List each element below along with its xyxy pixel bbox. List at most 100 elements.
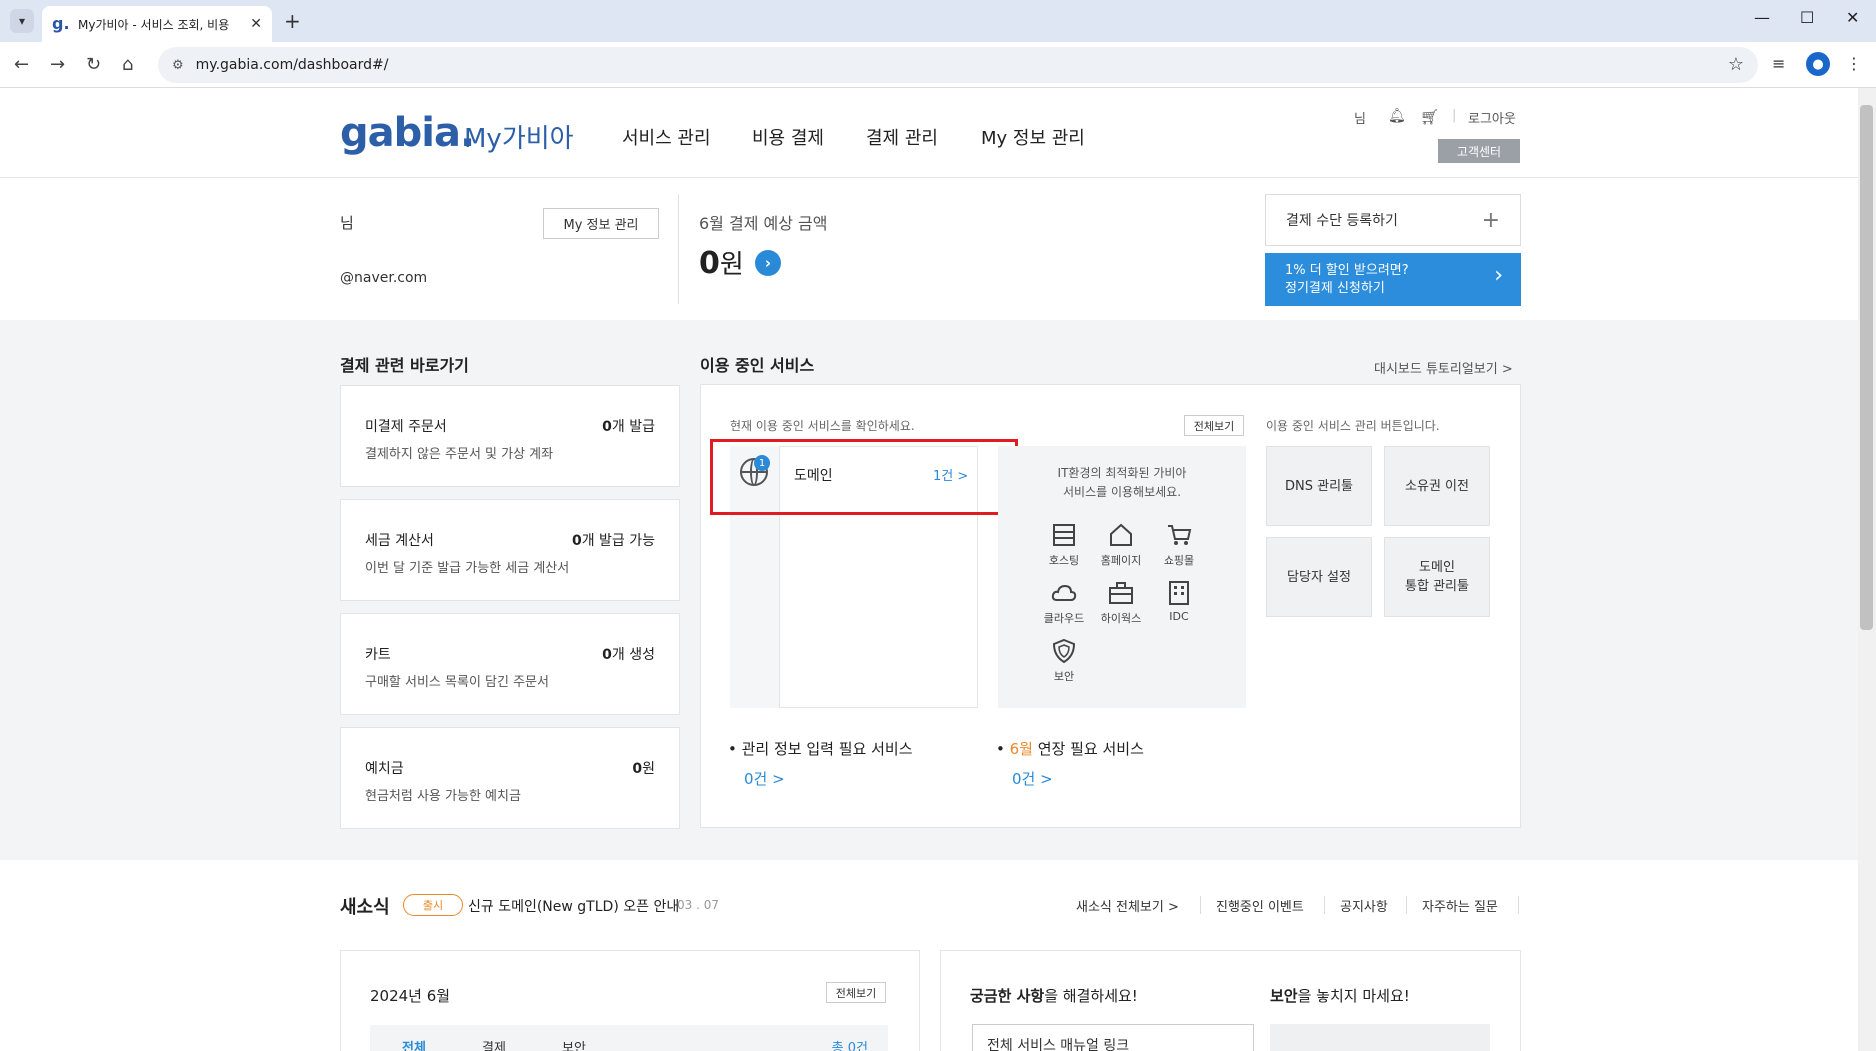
user-greeting: 님: [1354, 112, 1366, 127]
my-info-button[interactable]: My 정보 관리: [543, 208, 659, 239]
tab-title: My가비아 - 서비스 조회, 비용: [78, 17, 230, 32]
gabia-logo[interactable]: gabia.: [340, 110, 475, 156]
browser-tab[interactable]: g. My가비아 - 서비스 조회, 비용 ✕: [42, 6, 272, 42]
services-desc: 현재 이용 중인 서비스를 확인하세요.: [730, 419, 915, 433]
notices-link[interactable]: 공지사항: [1340, 896, 1388, 915]
nav-payment-management[interactable]: 결제 관리: [866, 124, 938, 150]
payment-detail-arrow-icon[interactable]: ›: [755, 250, 781, 276]
nav-billing-payment[interactable]: 비용 결제: [752, 124, 824, 150]
new-tab-button[interactable]: +: [284, 9, 301, 33]
deposit-card[interactable]: 예치금 0원 현금처럼 사용 가능한 예치금: [340, 727, 680, 829]
domain-integrated-tool-button[interactable]: 도메인 통합 관리툴: [1384, 537, 1490, 617]
news-divider: [1200, 896, 1201, 914]
profile-avatar[interactable]: ●: [1806, 52, 1830, 76]
maximize-button[interactable]: ☐: [1800, 8, 1814, 27]
tab-security[interactable]: 보안: [562, 1037, 586, 1051]
reload-icon[interactable]: ↻: [86, 54, 101, 75]
news-divider: [1324, 896, 1325, 914]
briefcase-icon: [1109, 582, 1133, 604]
browser-toolbar: ← → ↻ ⌂ ⚙ my.gabia.com/dashboard#/ ☆ ≡ ⋮: [0, 42, 1876, 88]
monthly-view-all-button[interactable]: 전체보기: [826, 982, 886, 1003]
shortcuts-title: 결제 관련 바로가기: [340, 356, 469, 375]
card-desc: 결제하지 않은 주문서 및 가상 계좌: [365, 447, 554, 462]
services-view-all-button[interactable]: 전체보기: [1184, 415, 1244, 436]
shoppingmall-link[interactable]: 쇼핑몰: [1151, 522, 1207, 568]
security-banner: [1270, 1024, 1490, 1051]
nav-service-management[interactable]: 서비스 관리: [622, 124, 711, 150]
tax-invoice-card[interactable]: 세금 계산서 0개 발급 가능 이번 달 기준 발급 가능한 세금 계산서: [340, 499, 680, 601]
renewal-needed-count-link[interactable]: 0건 >: [1012, 768, 1053, 789]
home-icon[interactable]: ⌂: [122, 54, 133, 75]
news-headline-link[interactable]: 신규 도메인(New gTLD) 오픈 안내: [468, 896, 679, 916]
summary-divider: [678, 194, 679, 304]
contact-setting-button[interactable]: 담당자 설정: [1266, 537, 1372, 617]
cloud-icon: [1051, 584, 1077, 601]
card-title: 세금 계산서: [365, 533, 434, 549]
chevron-right-icon: ›: [1494, 263, 1503, 288]
promo-line2: 정기결제 신청하기: [1285, 281, 1385, 296]
regular-payment-promo-button[interactable]: 1% 더 할인 받으려면? 정기결제 신청하기 ›: [1265, 253, 1521, 306]
nav-my-info[interactable]: My 정보 관리: [981, 124, 1085, 150]
idc-link[interactable]: IDC: [1151, 580, 1207, 623]
back-icon[interactable]: ←: [14, 54, 29, 75]
promo-line1: 1% 더 할인 받으려면?: [1285, 263, 1409, 278]
forward-icon[interactable]: →: [50, 54, 65, 75]
cart-icon[interactable]: 🛒︎: [1420, 108, 1439, 126]
tab-search-button[interactable]: ▾: [10, 9, 34, 33]
window-close-button[interactable]: ✕: [1846, 8, 1859, 27]
dashboard-tutorial-link[interactable]: 대시보드 튜토리얼보기 >: [1374, 358, 1513, 377]
payment-unit: 원: [719, 250, 744, 280]
address-bar[interactable]: ⚙ my.gabia.com/dashboard#/ ☆: [158, 47, 1758, 83]
reading-list-icon[interactable]: ≡: [1772, 54, 1785, 73]
shopping-cart-icon: [1168, 525, 1192, 545]
news-divider: [1518, 896, 1519, 914]
monthly-tabs: 전체 결제 보안 총 0건: [370, 1025, 888, 1051]
site-header: gabia. My가비아 서비스 관리 비용 결제 결제 관리 My 정보 관리…: [0, 88, 1858, 178]
customer-center-button[interactable]: 고객센터: [1438, 139, 1520, 163]
scrollbar-thumb[interactable]: [1860, 105, 1873, 630]
gabia-favicon-icon: g.: [52, 14, 70, 33]
tab-all[interactable]: 전체: [402, 1037, 426, 1051]
browser-menu-icon[interactable]: ⋮: [1846, 54, 1862, 73]
dns-management-button[interactable]: DNS 관리툴: [1266, 446, 1372, 526]
security-link[interactable]: 보안: [1036, 638, 1092, 684]
site-info-icon[interactable]: ⚙: [172, 58, 184, 73]
expected-payment-label: 6월 결제 예상 금액: [699, 214, 828, 233]
tab-close-icon[interactable]: ✕: [250, 16, 262, 32]
card-value: 0원: [632, 761, 655, 777]
user-email: @naver.com: [340, 270, 428, 286]
minimize-button[interactable]: —: [1754, 8, 1770, 27]
news-date: 03 . 07: [677, 898, 719, 912]
highlight-box: [710, 439, 1018, 515]
info-needed-label: • 관리 정보 입력 필요 서비스: [728, 740, 913, 758]
register-payment-label: 결제 수단 등록하기: [1286, 213, 1398, 229]
hosting-icon: [1053, 524, 1075, 546]
it-services-message: IT환경의 최적화된 가비아 서비스를 이용해보세요.: [1057, 466, 1187, 499]
cloud-link[interactable]: 클라우드: [1036, 580, 1092, 626]
mygabia-logo-text[interactable]: My가비아: [464, 118, 574, 155]
tab-payment[interactable]: 결제: [482, 1037, 506, 1051]
hiworks-link[interactable]: 하이웍스: [1093, 580, 1149, 626]
all-news-link[interactable]: 새소식 전체보기 >: [1076, 896, 1179, 915]
unpaid-orders-card[interactable]: 미결제 주문서 0개 발급 결제하지 않은 주문서 및 가상 계좌: [340, 385, 680, 487]
browser-tabbar: ▾ g. My가비아 - 서비스 조회, 비용 ✕ + — ☐ ✕: [0, 0, 1876, 42]
faq-link[interactable]: 자주하는 질문: [1422, 896, 1498, 915]
plus-icon: +: [1481, 207, 1500, 233]
page-content: gabia. My가비아 서비스 관리 비용 결제 결제 관리 My 정보 관리…: [0, 88, 1858, 1051]
ownership-transfer-button[interactable]: 소유권 이전: [1384, 446, 1490, 526]
bookmark-star-icon[interactable]: ☆: [1728, 54, 1744, 75]
card-desc: 구매할 서비스 목록이 담긴 주문서: [365, 675, 549, 690]
hosting-link[interactable]: 호스팅: [1036, 522, 1092, 568]
homepage-link[interactable]: 홈페이지: [1093, 522, 1149, 568]
logout-link[interactable]: 로그아웃: [1468, 108, 1516, 127]
card-title: 예치금: [365, 761, 404, 777]
bell-icon[interactable]: 🔔︎: [1388, 108, 1406, 124]
payment-value: 0: [699, 246, 720, 281]
register-payment-method-button[interactable]: 결제 수단 등록하기 +: [1265, 194, 1521, 246]
manual-link-select[interactable]: 전체 서비스 매뉴얼 링크: [972, 1024, 1254, 1051]
info-needed-count-link[interactable]: 0건 >: [744, 768, 785, 789]
shield-icon: [1052, 638, 1076, 664]
cart-card[interactable]: 카트 0개 생성 구매할 서비스 목록이 담긴 주문서: [340, 613, 680, 715]
events-link[interactable]: 진행중인 이벤트: [1216, 896, 1304, 915]
news-title: 새소식: [340, 897, 390, 918]
